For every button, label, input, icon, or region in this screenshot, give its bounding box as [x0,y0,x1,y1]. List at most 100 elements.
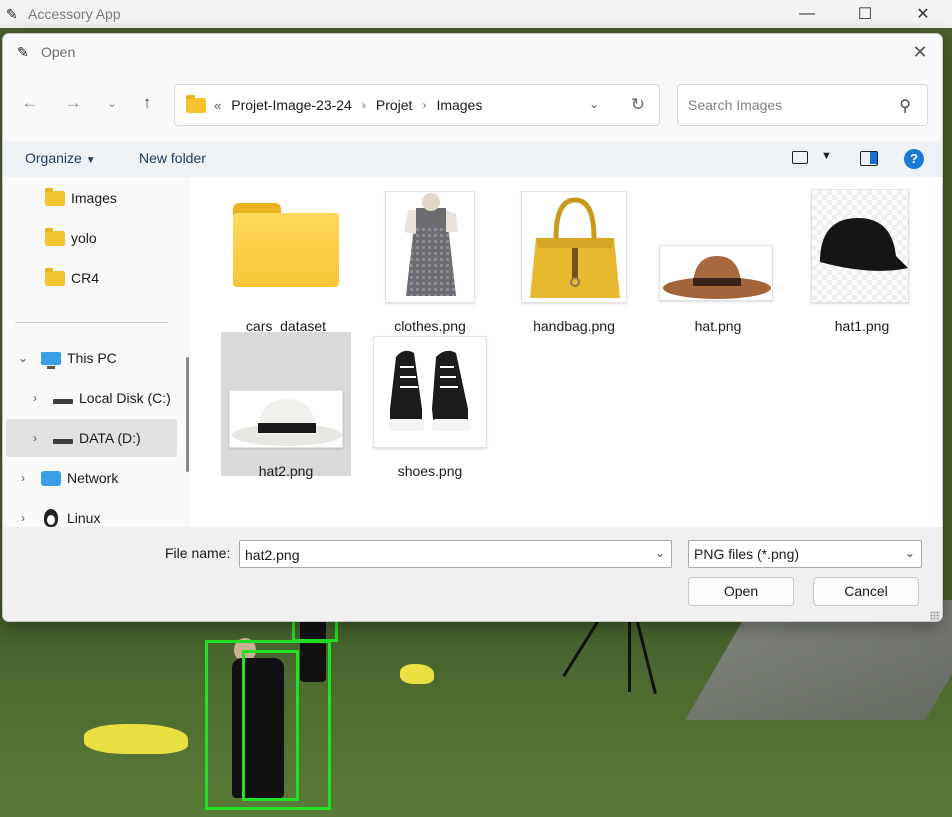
file-item-hat[interactable]: hat.png [653,187,783,334]
nav-divider [15,322,168,323]
view-mode-icon[interactable] [792,151,808,164]
nav-item-label: Linux [67,510,101,526]
navigation-row: ← → ⌄ ↑ « Projet-Image-23-24 › Projet › … [3,79,942,129]
breadcrumb-projet-image[interactable]: Projet-Image-23-24 [231,97,352,113]
collapsed-chevron-icon[interactable]: › [17,511,29,525]
yellow-jacket-object [84,724,188,754]
navigation-pane: Images yolo CR4 ⌄ This PC › Local Disk (… [3,177,191,527]
camera-scene [0,600,952,817]
clothes-thumbnail [385,191,475,303]
recent-locations-chevron-icon[interactable]: ⌄ [101,92,123,114]
nav-item-label: Images [71,190,117,206]
detection-box [242,650,299,801]
help-icon[interactable]: ? [904,149,924,169]
hat-thumbnail [659,245,773,301]
cancel-button[interactable]: Cancel [813,577,919,606]
nav-item-cr4[interactable]: CR4 [3,259,177,297]
folder-icon [233,203,339,287]
close-window-button[interactable]: ✕ [894,0,952,28]
nav-item-local-disk[interactable]: › Local Disk (C:) [3,379,177,417]
refresh-icon[interactable]: ↻ [631,95,645,115]
file-name-field[interactable]: ⌄ [239,540,672,568]
file-name: hat.png [694,318,742,334]
search-box[interactable]: ⚲ [677,84,928,126]
collapsed-chevron-icon[interactable]: › [17,471,29,485]
feather-icon: ✎ [17,43,29,60]
collapsed-chevron-icon[interactable]: › [29,391,41,405]
file-name-input[interactable] [245,546,645,564]
dialog-title: Open [41,44,76,60]
file-item-hat2[interactable]: hat2.png [221,332,351,479]
new-folder-button[interactable]: New folder [139,150,206,166]
nav-item-data-drive[interactable]: › DATA (D:) [6,419,177,457]
handbag-thumbnail [521,191,627,303]
search-icon[interactable]: ⚲ [899,96,911,116]
preview-pane-icon[interactable] [860,151,878,166]
resize-grip[interactable] [930,611,940,621]
yellow-object [400,664,434,684]
folder-icon [45,267,65,286]
file-item-clothes[interactable]: clothes.png [365,187,495,334]
nav-scrollbar[interactable] [186,357,189,472]
maximize-button[interactable]: ☐ [836,0,894,28]
app-title: Accessory App [28,6,121,22]
address-bar[interactable]: « Projet-Image-23-24 › Projet › Images ⌄… [174,84,660,126]
chevron-down-icon[interactable]: ⌄ [905,546,915,560]
nav-item-label: DATA (D:) [79,430,141,446]
nav-item-label: This PC [67,350,117,366]
disk-icon [53,438,73,444]
expanded-chevron-icon[interactable]: ⌄ [17,351,29,365]
overflow-chevron[interactable]: « [214,98,221,113]
file-name: hat2.png [258,463,314,479]
open-button[interactable]: Open [688,577,794,606]
collapsed-chevron-icon[interactable]: › [29,431,41,445]
folder-icon [186,94,206,113]
file-name: hat1.png [834,318,890,334]
file-type-select[interactable]: PNG files (*.png) ⌄ [688,540,922,568]
organize-menu-button[interactable]: Organize ▼ [25,150,96,166]
tripod-leg [628,622,631,692]
open-file-dialog: ✎ Open ✕ ← → ⌄ ↑ « Projet-Image-23-24 › … [2,33,943,622]
minimize-button[interactable]: — [778,0,836,28]
file-item-handbag[interactable]: handbag.png [509,187,639,334]
back-arrow-icon[interactable]: ← [19,92,41,114]
file-item-cars-dataset[interactable]: cars_dataset [221,187,351,334]
window-controls: — ☐ ✕ [778,0,952,28]
nav-item-network[interactable]: › Network [3,459,177,497]
file-item-shoes[interactable]: shoes.png [365,332,495,479]
white-hat-thumbnail [229,390,343,448]
nav-item-this-pc[interactable]: ⌄ This PC [3,339,177,377]
breadcrumb-projet[interactable]: Projet [376,97,413,113]
chevron-down-icon[interactable]: ⌄ [655,546,665,560]
dropdown-arrow-icon: ▼ [85,155,96,166]
linux-icon [44,509,58,527]
feather-icon: ✎ [6,6,18,22]
search-input[interactable] [688,95,888,115]
app-titlebar: ✎ Accessory App — ☐ ✕ [0,0,952,28]
cap-thumbnail [811,189,909,303]
forward-arrow-icon[interactable]: → [62,92,84,114]
file-name-label: File name: [165,545,231,561]
view-dropdown-icon[interactable]: ▼ [821,150,832,162]
dialog-titlebar: ✎ Open ✕ [3,34,942,70]
file-name: handbag.png [533,318,615,334]
pc-icon [41,351,61,369]
address-dropdown-icon[interactable]: ⌄ [589,97,599,111]
nav-item-yolo[interactable]: yolo [3,219,177,257]
disk-icon [53,398,73,404]
dialog-footer: File name: ⌄ PNG files (*.png) ⌄ Open Ca… [3,527,942,621]
nav-item-images[interactable]: Images [3,179,177,217]
up-arrow-icon[interactable]: ↑ [136,92,158,114]
nav-item-label: Network [67,470,119,486]
breadcrumb-separator-icon: › [361,98,366,112]
file-item-hat1[interactable]: hat1.png [797,187,927,334]
nav-item-label: Local Disk (C:) [79,390,171,406]
folder-icon [45,227,65,246]
dialog-close-button[interactable]: ✕ [908,40,932,64]
nav-item-label: CR4 [71,270,100,286]
command-bar: Organize ▼ New folder ▼ ? [3,141,942,177]
breadcrumb-images[interactable]: Images [436,97,482,113]
dialog-body: Images yolo CR4 ⌄ This PC › Local Disk (… [3,177,942,527]
shoes-thumbnail [373,336,487,448]
breadcrumb-separator-icon: › [422,98,427,112]
